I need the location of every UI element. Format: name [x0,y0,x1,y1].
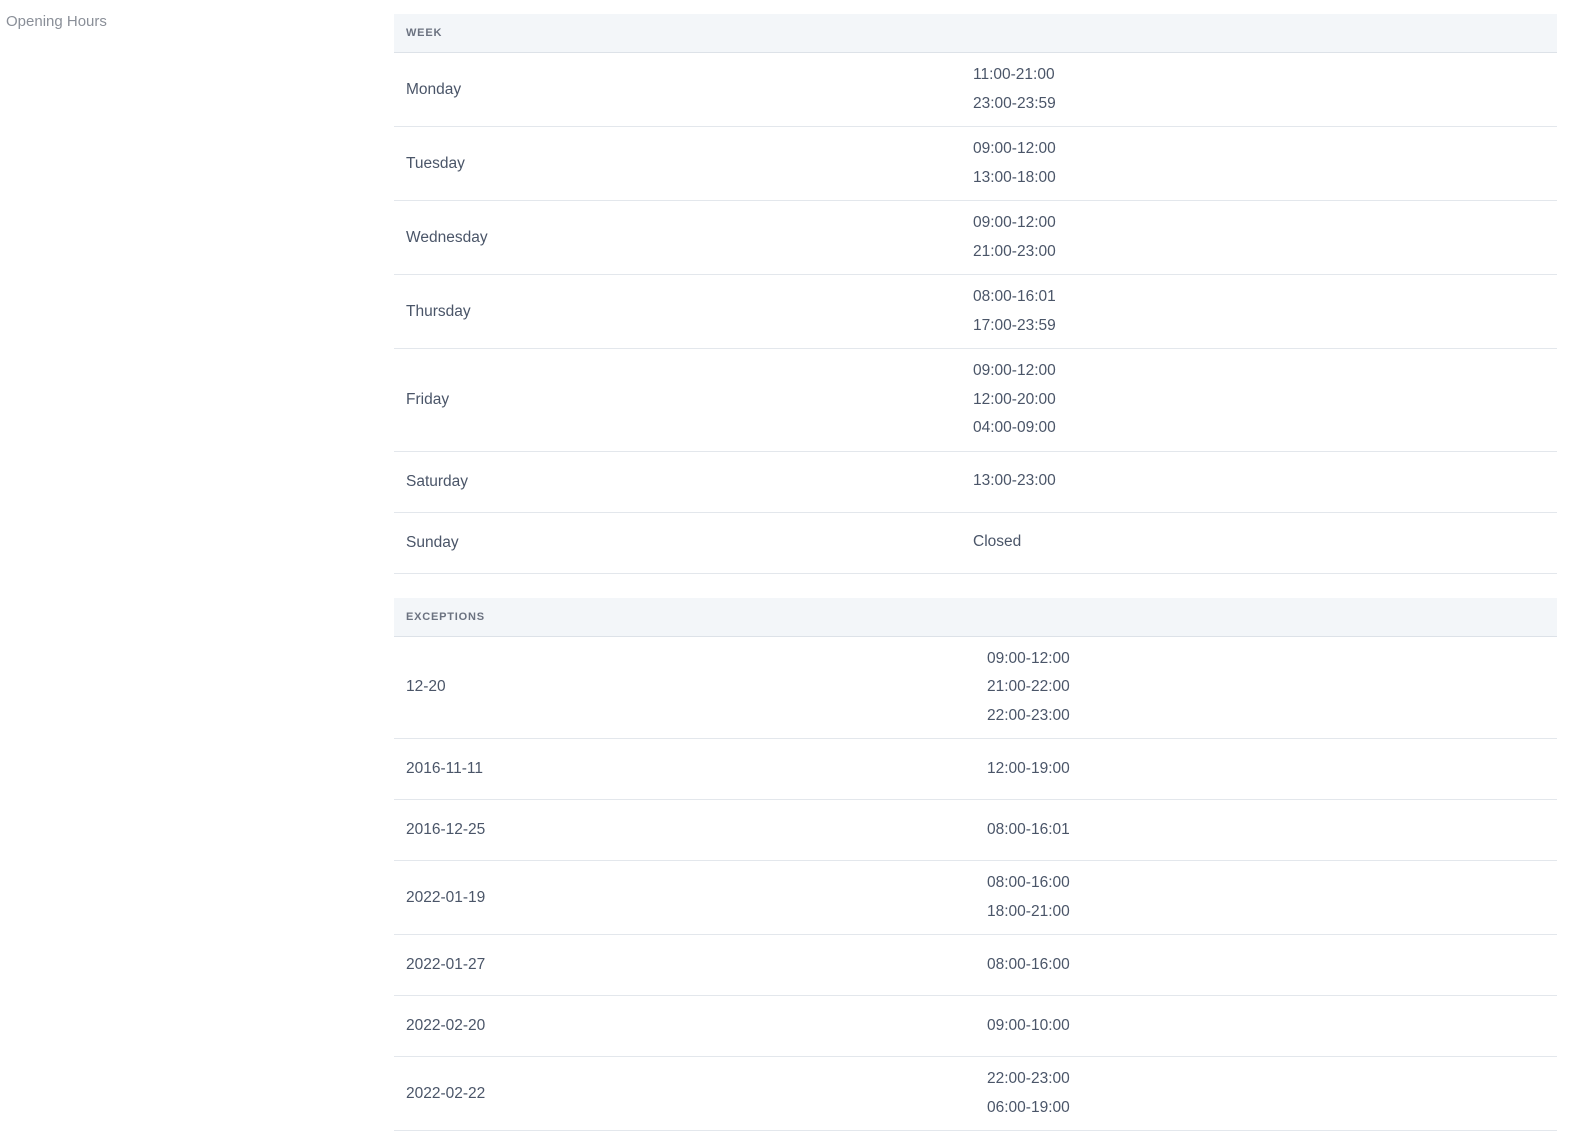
week-hours-cell: 09:00-12:0021:00-23:00 [961,201,1557,275]
week-time-slot: 13:00-23:00 [973,467,1545,496]
exception-time-slot: 12:00-19:00 [987,755,1545,784]
week-time-slot: 09:00-12:00 [973,209,1545,238]
week-row: Thursday08:00-16:0117:00-23:59 [394,275,1557,349]
week-row: Friday09:00-12:0012:00-20:0004:00-09:00 [394,349,1557,452]
exception-day-label: 12-20 [394,636,975,739]
week-time-slot: Closed [973,528,1545,557]
week-row: Wednesday09:00-12:0021:00-23:00 [394,201,1557,275]
week-time-slot: 21:00-23:00 [973,238,1545,267]
week-time-slot: 09:00-12:00 [973,135,1545,164]
exception-day-label: 2022-01-27 [394,935,975,996]
exception-row: 2016-11-11 12:00-19:00 [394,739,1557,800]
exceptions-header: EXCEPTIONS [394,598,1557,637]
opening-hours-label: Opening Hours [6,13,107,30]
week-time-slot: 09:00-12:00 [973,357,1545,386]
week-day-label: Saturday [394,451,961,512]
week-time-slot: 12:00-20:00 [973,386,1545,415]
week-time-slot: 04:00-09:00 [973,414,1545,443]
exception-hours-cell: 08:00-16:00 [975,935,1557,996]
exception-hours-cell: 09:00-12:0021:00-22:0022:00-23:00 [975,636,1557,739]
week-day-label: Sunday [394,512,961,573]
exception-time-slot: 22:00-23:00 [987,702,1545,731]
week-hours-cell: 11:00-21:0023:00-23:59 [961,53,1557,127]
exception-time-slot: 09:00-12:00 [987,645,1545,674]
week-table: WEEK Monday11:00-21:0023:00-23:59Tuesday… [394,14,1557,574]
exception-time-slot: 06:00-19:00 [987,1094,1545,1123]
week-day-label: Friday [394,349,961,452]
week-day-label: Tuesday [394,127,961,201]
exception-time-slot: 22:00-23:00 [987,1065,1545,1094]
week-row: Sunday Closed [394,512,1557,573]
exception-time-slot: 18:00-21:00 [987,898,1545,927]
week-hours-cell: Closed [961,512,1557,573]
week-time-slot: 08:00-16:01 [973,283,1545,312]
exception-hours-cell: 22:00-23:0006:00-19:00 [975,1057,1557,1131]
exception-row: 2022-02-20 09:00-10:00 [394,996,1557,1057]
exception-row: 2022-01-27 08:00-16:00 [394,935,1557,996]
week-rows: Monday11:00-21:0023:00-23:59Tuesday09:00… [394,53,1557,574]
week-header: WEEK [394,14,1557,53]
week-row: Monday11:00-21:0023:00-23:59 [394,53,1557,127]
week-day-label: Monday [394,53,961,127]
exception-time-slot: 09:00-10:00 [987,1012,1545,1041]
exception-day-label: 2016-11-11 [394,739,975,800]
exception-row: 2016-12-25 08:00-16:01 [394,800,1557,861]
week-hours-cell: 09:00-12:0013:00-18:00 [961,127,1557,201]
exception-day-label: 2022-02-22 [394,1057,975,1131]
exception-row: 2022-01-1908:00-16:0018:00-21:00 [394,861,1557,935]
week-hours-cell: 13:00-23:00 [961,451,1557,512]
exception-day-label: 2022-01-19 [394,861,975,935]
exception-day-label: 2022-02-20 [394,996,975,1057]
week-row: Saturday 13:00-23:00 [394,451,1557,512]
exception-hours-cell: 09:00-10:00 [975,996,1557,1057]
week-time-slot: 17:00-23:59 [973,312,1545,341]
week-time-slot: 23:00-23:59 [973,90,1545,119]
exception-row: 12-2009:00-12:0021:00-22:0022:00-23:00 [394,636,1557,739]
week-hours-cell: 08:00-16:0117:00-23:59 [961,275,1557,349]
exceptions-header-row: EXCEPTIONS [394,598,1557,637]
opening-hours-panel: WEEK Monday11:00-21:0023:00-23:59Tuesday… [394,14,1557,1131]
exception-time-slot: 08:00-16:01 [987,816,1545,845]
exceptions-rows: 12-2009:00-12:0021:00-22:0022:00-23:0020… [394,636,1557,1131]
week-day-label: Thursday [394,275,961,349]
week-header-row: WEEK [394,14,1557,53]
section-gap [394,574,1557,598]
week-hours-cell: 09:00-12:0012:00-20:0004:00-09:00 [961,349,1557,452]
exception-time-slot: 21:00-22:00 [987,673,1545,702]
exception-hours-cell: 08:00-16:01 [975,800,1557,861]
exception-hours-cell: 08:00-16:0018:00-21:00 [975,861,1557,935]
exception-day-label: 2016-12-25 [394,800,975,861]
exceptions-table: EXCEPTIONS 12-2009:00-12:0021:00-22:0022… [394,598,1557,1131]
week-time-slot: 13:00-18:00 [973,164,1545,193]
week-day-label: Wednesday [394,201,961,275]
week-row: Tuesday09:00-12:0013:00-18:00 [394,127,1557,201]
week-time-slot: 11:00-21:00 [973,61,1545,90]
exception-time-slot: 08:00-16:00 [987,951,1545,980]
exception-row: 2022-02-2222:00-23:0006:00-19:00 [394,1057,1557,1131]
exception-hours-cell: 12:00-19:00 [975,739,1557,800]
exception-time-slot: 08:00-16:00 [987,869,1545,898]
